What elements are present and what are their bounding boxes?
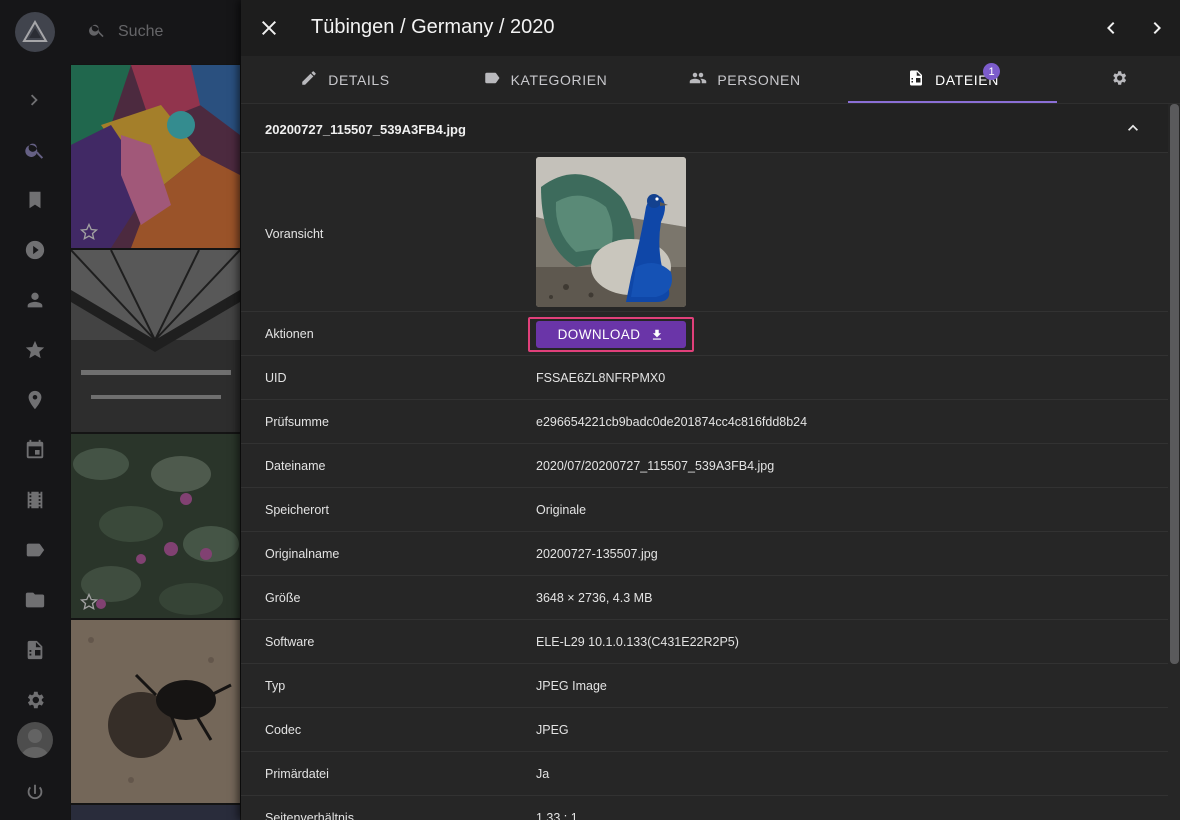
label-icon [483, 69, 501, 92]
file-expansion-header[interactable]: 20200727_115507_539A3FB4.jpg [241, 104, 1168, 152]
next-photo-icon[interactable] [1145, 16, 1169, 40]
preview-label: Voransicht [265, 227, 324, 241]
app-logo[interactable] [15, 12, 55, 52]
checksum-label: Prüfsumme [265, 415, 329, 429]
settings-icon[interactable] [22, 687, 48, 713]
file-icon [907, 69, 925, 92]
codec-value: JPEG [536, 723, 569, 737]
actions-label: Aktionen [265, 327, 314, 341]
film-icon[interactable] [22, 487, 48, 513]
row-codec: Codec JPEG [241, 707, 1168, 751]
type-label: Typ [265, 679, 286, 693]
favorite-star-icon[interactable] [79, 222, 99, 242]
tab-dateien[interactable]: Dateien [849, 56, 1057, 104]
type-value: JPEG Image [536, 679, 607, 693]
row-original-name: Originalname 20200727-135507.jpg [241, 531, 1168, 575]
primary-value: Ja [536, 767, 550, 781]
expand-icon[interactable] [22, 87, 48, 113]
download-button[interactable]: DOWNLOAD [536, 321, 686, 348]
aspect-ratio-label: Seitenverhältnis [265, 811, 354, 820]
favorite-star-icon[interactable] [79, 592, 99, 612]
calendar-icon[interactable] [22, 437, 48, 463]
uid-value: FSSAE6ZL8NFRPMX0 [536, 371, 666, 385]
gallery-thumbnail[interactable] [71, 434, 240, 618]
row-primary: Primärdatei Ja [241, 751, 1168, 795]
file-name-heading: 20200727_115507_539A3FB4.jpg [265, 122, 466, 137]
size-label: Größe [265, 591, 301, 605]
dialog-toolbar: Tübingen / Germany / 2020 [241, 0, 1180, 56]
tab-bar: Details Kategorien Personen Dateien [241, 56, 1180, 104]
row-software: Software ELE-L29 10.1.0.133(C431E22R2P5) [241, 619, 1168, 663]
download-button-label: DOWNLOAD [557, 327, 641, 342]
software-label: Software [265, 635, 315, 649]
previous-photo-icon[interactable] [1099, 16, 1123, 40]
codec-label: Codec [265, 723, 302, 737]
row-filename: Dateiname 2020/07/20200727_115507_539A3F… [241, 443, 1168, 487]
row-size: Größe 3648 × 2736, 4.3 MB [241, 575, 1168, 619]
gallery-thumbnail[interactable] [71, 620, 240, 803]
label-icon[interactable] [22, 537, 48, 563]
row-type: Typ JPEG Image [241, 663, 1168, 707]
close-icon[interactable] [257, 16, 281, 40]
search-icon [88, 21, 106, 44]
gallery-thumbnail[interactable] [71, 65, 240, 248]
gallery-thumbnail[interactable] [71, 805, 240, 820]
software-value: ELE-L29 10.1.0.133(C431E22R2P5) [536, 635, 739, 649]
download-icon [650, 328, 664, 342]
library-icon[interactable] [22, 637, 48, 663]
row-aspect-ratio: Seitenverhältnis 1.33 : 1 [241, 795, 1168, 820]
uid-label: UID [265, 371, 287, 385]
avatar[interactable] [17, 722, 53, 758]
active-tab-indicator [848, 101, 1057, 103]
scrollbar-thumb[interactable] [1170, 104, 1179, 664]
row-actions: Aktionen [241, 311, 1168, 355]
files-count-badge: 1 [983, 63, 1000, 80]
checksum-value: e296654221cb9badc0de201874cc4c816fdd8b24 [536, 415, 808, 429]
star-icon[interactable] [22, 337, 48, 363]
settings-icon [1110, 69, 1128, 92]
tab-settings[interactable] [1101, 56, 1137, 104]
filename-value: 2020/07/20200727_115507_539A3FB4.jpg [536, 459, 775, 473]
search-icon[interactable] [22, 137, 48, 163]
row-checksum: Prüfsumme e296654221cb9badc0de201874cc4c… [241, 399, 1168, 443]
play-icon[interactable] [22, 237, 48, 263]
people-icon [689, 69, 707, 92]
place-icon[interactable] [22, 387, 48, 413]
aspect-ratio-value: 1.33 : 1 [536, 811, 578, 820]
power-icon[interactable] [22, 780, 48, 806]
search-bar[interactable]: Suche [70, 0, 241, 64]
storage-label: Speicherort [265, 503, 329, 517]
dialog-title: Tübingen / Germany / 2020 [311, 16, 555, 38]
chevron-up-icon[interactable] [1123, 118, 1143, 138]
folder-icon[interactable] [22, 587, 48, 613]
gallery-thumbnail[interactable] [71, 250, 240, 432]
row-uid: UID FSSAE6ZL8NFRPMX0 [241, 355, 1168, 399]
storage-value: Originale [536, 503, 587, 517]
person-icon[interactable] [22, 287, 48, 313]
original-name-label: Originalname [265, 547, 340, 561]
navigation-rail [0, 0, 70, 820]
tab-details[interactable]: Details [241, 56, 449, 104]
row-storage: Speicherort Originale [241, 487, 1168, 531]
file-preview-image[interactable] [536, 157, 686, 307]
search-input[interactable]: Suche [118, 23, 163, 41]
pencil-icon [300, 69, 318, 92]
original-name-value: 20200727-135507.jpg [536, 547, 658, 561]
files-panel: 20200727_115507_539A3FB4.jpg Voransicht [241, 104, 1168, 820]
size-value: 3648 × 2736, 4.3 MB [536, 591, 653, 605]
photo-edit-dialog: Tübingen / Germany / 2020 Details Katego… [241, 0, 1180, 820]
bookmark-icon[interactable] [22, 187, 48, 213]
filename-label: Dateiname [265, 459, 326, 473]
tab-kategorien[interactable]: Kategorien [441, 56, 649, 104]
tab-personen[interactable]: Personen [641, 56, 849, 104]
row-preview: Voransicht [241, 152, 1168, 312]
primary-label: Primärdatei [265, 767, 329, 781]
